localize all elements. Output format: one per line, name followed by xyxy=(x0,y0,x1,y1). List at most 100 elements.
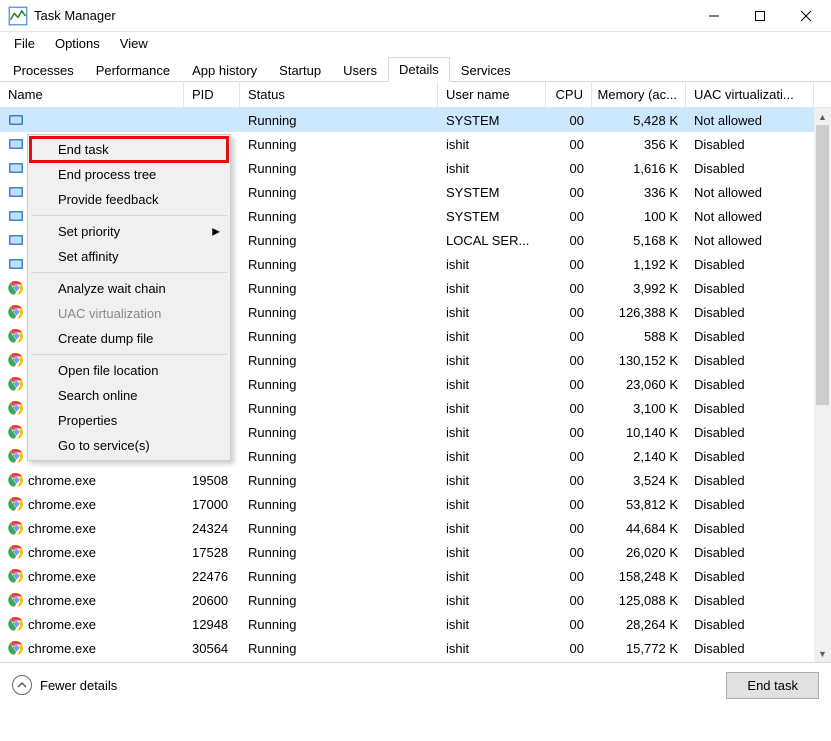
fewer-details-button[interactable]: Fewer details xyxy=(12,675,117,695)
tab-startup[interactable]: Startup xyxy=(268,58,332,82)
col-header-name[interactable]: ˆ Name xyxy=(0,82,184,107)
tab-processes[interactable]: Processes xyxy=(2,58,85,82)
chrome-icon xyxy=(8,568,24,584)
ctx-open-file-location[interactable]: Open file location xyxy=(30,358,228,383)
chrome-icon xyxy=(8,352,24,368)
table-row[interactable]: chrome.exe22476Runningishit00158,248 KDi… xyxy=(0,564,831,588)
ctx-create-dump-file[interactable]: Create dump file xyxy=(30,326,228,351)
ctx-search-online[interactable]: Search online xyxy=(30,383,228,408)
app-icon xyxy=(8,6,28,26)
end-task-button[interactable]: End task xyxy=(726,672,819,699)
cell-user: ishit xyxy=(438,375,546,394)
cell-uac: Disabled xyxy=(686,519,814,538)
ctx-go-to-services[interactable]: Go to service(s) xyxy=(30,433,228,458)
cell-cpu: 00 xyxy=(546,351,592,370)
table-row[interactable]: RunningSYSTEM005,428 KNot allowed xyxy=(0,108,831,132)
cell-user: ishit xyxy=(438,615,546,634)
col-header-cpu[interactable]: CPU xyxy=(546,82,592,107)
table-row[interactable]: chrome.exe17000Runningishit0053,812 KDis… xyxy=(0,492,831,516)
table-header: ˆ Name PID Status User name CPU Memory (… xyxy=(0,82,831,108)
cell-uac: Disabled xyxy=(686,423,814,442)
col-header-user[interactable]: User name xyxy=(438,82,546,107)
cell-uac: Disabled xyxy=(686,471,814,490)
ctx-provide-feedback[interactable]: Provide feedback xyxy=(30,187,228,212)
chrome-icon xyxy=(8,400,24,416)
cell-user: SYSTEM xyxy=(438,207,546,226)
cell-uac: Disabled xyxy=(686,351,814,370)
col-label-name: Name xyxy=(8,87,43,102)
table-row[interactable]: chrome.exe19508Runningishit003,524 KDisa… xyxy=(0,468,831,492)
cell-cpu: 00 xyxy=(546,255,592,274)
col-header-uac[interactable]: UAC virtualizati... xyxy=(686,82,814,107)
cell-user: ishit xyxy=(438,447,546,466)
col-header-mem[interactable]: Memory (ac... xyxy=(592,82,686,107)
menu-options[interactable]: Options xyxy=(45,34,110,53)
tab-details[interactable]: Details xyxy=(388,57,450,82)
cell-status: Running xyxy=(240,591,438,610)
ctx-separator xyxy=(31,272,227,273)
cell-name: chrome.exe xyxy=(0,518,184,538)
ctx-end-process-tree[interactable]: End process tree xyxy=(30,162,228,187)
cell-mem: 126,388 K xyxy=(592,303,686,322)
cell-cpu: 00 xyxy=(546,183,592,202)
cell-status: Running xyxy=(240,183,438,202)
cell-status: Running xyxy=(240,423,438,442)
app-window-icon xyxy=(8,136,24,152)
cell-mem: 1,192 K xyxy=(592,255,686,274)
chrome-icon xyxy=(8,376,24,392)
tab-app-history[interactable]: App history xyxy=(181,58,268,82)
tab-services[interactable]: Services xyxy=(450,58,522,82)
scroll-down-icon[interactable]: ▼ xyxy=(814,645,831,662)
cell-user: ishit xyxy=(438,255,546,274)
cell-mem: 10,140 K xyxy=(592,423,686,442)
cell-cpu: 00 xyxy=(546,591,592,610)
table-row[interactable]: chrome.exe24324Runningishit0044,684 KDis… xyxy=(0,516,831,540)
cell-user: ishit xyxy=(438,399,546,418)
process-name: chrome.exe xyxy=(28,569,96,584)
cell-cpu: 00 xyxy=(546,519,592,538)
ctx-end-task[interactable]: End task xyxy=(29,136,229,163)
table-row[interactable]: chrome.exe17528Runningishit0026,020 KDis… xyxy=(0,540,831,564)
cell-status: Running xyxy=(240,471,438,490)
tab-performance[interactable]: Performance xyxy=(85,58,181,82)
vertical-scrollbar[interactable]: ▲ ▼ xyxy=(814,108,831,662)
ctx-separator xyxy=(31,354,227,355)
table-row[interactable]: chrome.exe20600Runningishit00125,088 KDi… xyxy=(0,588,831,612)
cell-cpu: 00 xyxy=(546,159,592,178)
minimize-button[interactable] xyxy=(691,0,737,32)
cell-status: Running xyxy=(240,231,438,250)
scroll-thumb[interactable] xyxy=(816,125,829,405)
menu-view[interactable]: View xyxy=(110,34,158,53)
cell-mem: 5,168 K xyxy=(592,231,686,250)
cell-mem: 130,152 K xyxy=(592,351,686,370)
table-row[interactable]: chrome.exe12948Runningishit0028,264 KDis… xyxy=(0,612,831,636)
cell-pid: 17528 xyxy=(184,543,240,562)
table-row[interactable]: chrome.exe30564Runningishit0015,772 KDis… xyxy=(0,636,831,660)
maximize-button[interactable] xyxy=(737,0,783,32)
cell-cpu: 00 xyxy=(546,447,592,466)
ctx-properties[interactable]: Properties xyxy=(30,408,228,433)
close-button[interactable] xyxy=(783,0,829,32)
col-header-pid[interactable]: PID xyxy=(184,82,240,107)
cell-status: Running xyxy=(240,351,438,370)
cell-cpu: 00 xyxy=(546,639,592,658)
chrome-icon xyxy=(8,448,24,464)
cell-user: ishit xyxy=(438,423,546,442)
ctx-set-priority[interactable]: Set priority ▶ xyxy=(30,219,228,244)
col-header-status[interactable]: Status xyxy=(240,82,438,107)
cell-mem: 356 K xyxy=(592,135,686,154)
chrome-icon xyxy=(8,472,24,488)
tab-users[interactable]: Users xyxy=(332,58,388,82)
cell-status: Running xyxy=(240,519,438,538)
ctx-analyze-wait-chain[interactable]: Analyze wait chain xyxy=(30,276,228,301)
menu-file[interactable]: File xyxy=(4,34,45,53)
cell-status: Running xyxy=(240,111,438,130)
cell-cpu: 00 xyxy=(546,615,592,634)
cell-cpu: 00 xyxy=(546,423,592,442)
cell-status: Running xyxy=(240,639,438,658)
chrome-icon xyxy=(8,304,24,320)
ctx-set-affinity[interactable]: Set affinity xyxy=(30,244,228,269)
sort-asc-icon: ˆ xyxy=(90,82,93,89)
cell-mem: 3,992 K xyxy=(592,279,686,298)
scroll-up-icon[interactable]: ▲ xyxy=(814,108,831,125)
